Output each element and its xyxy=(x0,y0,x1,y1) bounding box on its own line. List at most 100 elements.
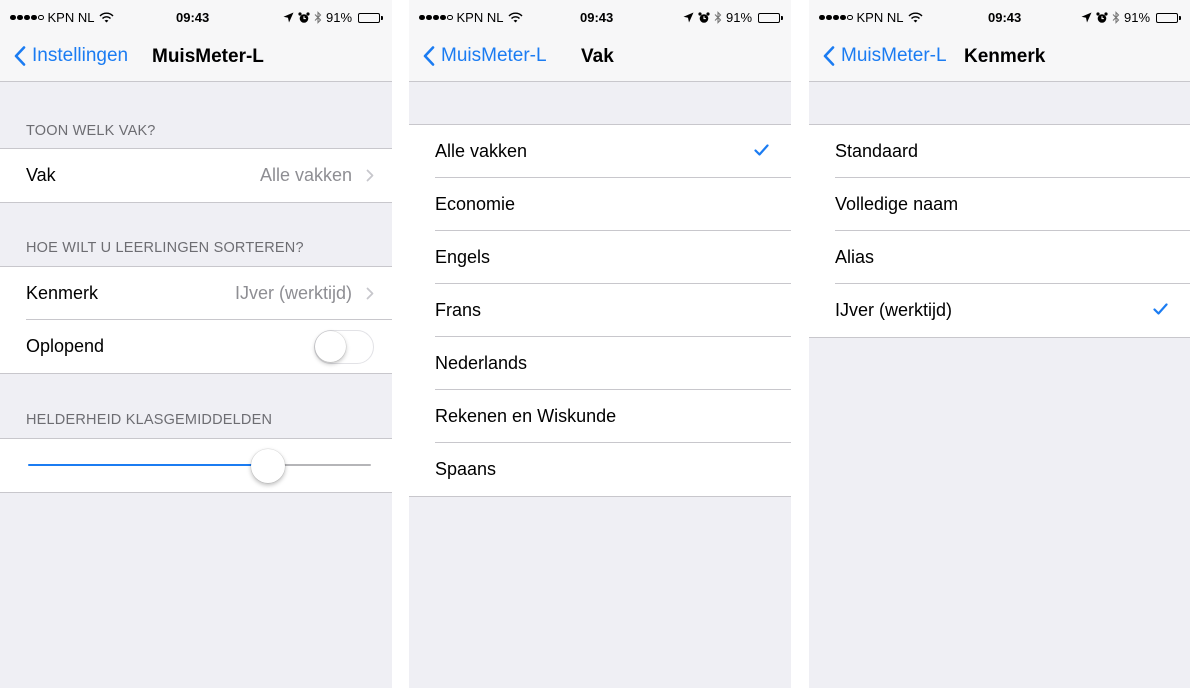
status-time: 09:43 xyxy=(580,10,614,25)
battery-icon xyxy=(758,12,784,23)
carrier-signal: KPN NL xyxy=(419,10,523,25)
carrier-label: KPN NL xyxy=(856,10,904,25)
vak-option-row[interactable]: Nederlands xyxy=(435,337,791,390)
signal-strength-icon xyxy=(419,14,453,21)
signal-strength-icon xyxy=(10,14,44,21)
option-label: Alle vakken xyxy=(435,141,528,161)
wifi-icon xyxy=(99,12,114,23)
location-arrow-icon xyxy=(683,12,694,23)
sort-group: Kenmerk IJver (werktijd) Oplopend xyxy=(0,266,392,374)
vak-option-row[interactable]: Engels xyxy=(435,231,791,284)
status-right-group: 91% xyxy=(283,10,384,25)
bluetooth-icon xyxy=(314,11,322,24)
top-bar: KPN NL 09:43 91% MuisMeter-L Vak xyxy=(409,0,791,82)
vak-option-row[interactable]: Alle vakken xyxy=(435,125,791,178)
vak-label: Vak xyxy=(26,165,56,185)
vak-options-list: Alle vakken Economie Engels Frans Nederlands… xyxy=(409,124,791,497)
bluetooth-icon xyxy=(714,11,722,24)
oplopend-label: Oplopend xyxy=(26,336,105,356)
navigation-bar: Instellingen MuisMeter-L xyxy=(0,34,392,82)
kenmerk-options-list: Standaard Volledige naam Alias IJver (werkt… xyxy=(809,124,1190,338)
chevron-left-icon xyxy=(423,46,435,66)
location-arrow-icon xyxy=(283,12,294,23)
kenmerk-option-row[interactable]: Volledige naam xyxy=(835,178,1190,231)
settings-screen: KPN NL 09:43 91% Instellingen MuisMeter-… xyxy=(0,0,392,688)
vak-option-row[interactable]: Rekenen en Wiskunde xyxy=(435,390,791,443)
back-button[interactable]: MuisMeter-L xyxy=(423,45,547,67)
toggle-knob xyxy=(315,331,346,362)
option-label: Nederlands xyxy=(435,353,528,373)
carrier-signal: KPN NL xyxy=(819,10,923,25)
vak-option-row[interactable]: Economie xyxy=(435,178,791,231)
chevron-right-icon xyxy=(366,287,374,300)
status-bar: KPN NL 09:43 91% xyxy=(409,0,791,34)
chevron-right-icon xyxy=(366,169,374,182)
kenmerk-option-row[interactable]: Alias xyxy=(835,231,1190,284)
option-label: Rekenen en Wiskunde xyxy=(435,406,617,426)
status-right-group: 91% xyxy=(1081,10,1182,25)
kenmerk-label: Kenmerk xyxy=(26,283,99,303)
wifi-icon xyxy=(508,12,523,23)
back-button-label: MuisMeter-L xyxy=(441,45,547,66)
section-header-vak: TOON WELK VAK? xyxy=(26,123,156,139)
status-time: 09:43 xyxy=(988,10,1022,25)
option-label: Engels xyxy=(435,247,491,267)
kenmerk-option-row[interactable]: Standaard xyxy=(835,125,1190,178)
kenmerk-option-row[interactable]: IJver (werktijd) xyxy=(835,284,1190,337)
brightness-group xyxy=(0,438,392,493)
option-label: Standaard xyxy=(835,141,919,161)
battery-percentage: 91% xyxy=(326,10,353,25)
section-header-brightness: HELDERHEID KLASGEMIDDELDEN xyxy=(26,412,273,428)
vak-selection-screen: KPN NL 09:43 91% MuisMeter-L Vak Alle va… xyxy=(409,0,791,688)
back-button-label: MuisMeter-L xyxy=(841,45,947,66)
location-arrow-icon xyxy=(1081,12,1092,23)
status-time: 09:43 xyxy=(176,10,210,25)
slider-track-filled xyxy=(28,464,269,466)
back-button[interactable]: Instellingen xyxy=(14,45,128,67)
kenmerk-row[interactable]: Kenmerk IJver (werktijd) xyxy=(26,267,392,320)
option-label: Alias xyxy=(835,247,875,267)
oplopend-toggle[interactable] xyxy=(314,330,374,364)
option-label: Frans xyxy=(435,300,482,320)
checkmark-icon xyxy=(754,144,769,156)
status-bar: KPN NL 09:43 91% xyxy=(0,0,392,34)
navigation-bar: MuisMeter-L Vak xyxy=(409,34,791,82)
carrier-label: KPN NL xyxy=(47,10,95,25)
signal-strength-icon xyxy=(819,14,853,21)
top-bar: KPN NL 09:43 91% Instellingen MuisMeter-… xyxy=(0,0,392,82)
carrier-signal: KPN NL xyxy=(10,10,114,25)
battery-percentage: 91% xyxy=(1124,10,1151,25)
vak-value: Alle vakken xyxy=(259,165,352,185)
vak-option-row[interactable]: Frans xyxy=(435,284,791,337)
chevron-left-icon xyxy=(14,46,26,66)
carrier-label: KPN NL xyxy=(456,10,504,25)
chevron-left-icon xyxy=(823,46,835,66)
option-label: Volledige naam xyxy=(835,194,959,214)
page-title: Vak xyxy=(581,46,614,67)
kenmerk-value: IJver (werktijd) xyxy=(234,283,352,303)
alarm-icon xyxy=(298,11,310,23)
status-bar: KPN NL 09:43 91% xyxy=(809,0,1190,34)
page-title: Kenmerk xyxy=(964,46,1046,67)
navigation-bar: MuisMeter-L Kenmerk xyxy=(809,34,1190,82)
top-bar: KPN NL 09:43 91% MuisMeter-L Kenmerk xyxy=(809,0,1190,82)
back-button-label: Instellingen xyxy=(32,45,129,66)
battery-percentage: 91% xyxy=(726,10,753,25)
battery-icon xyxy=(1156,12,1182,23)
vak-row[interactable]: Vak Alle vakken xyxy=(26,149,392,202)
battery-icon xyxy=(358,12,384,23)
option-label: IJver (werktijd) xyxy=(835,300,953,320)
brightness-slider[interactable] xyxy=(0,439,392,492)
checkmark-icon xyxy=(1153,303,1168,315)
back-button[interactable]: MuisMeter-L xyxy=(823,45,947,67)
option-label: Spaans xyxy=(435,459,497,479)
vak-option-row[interactable]: Spaans xyxy=(435,443,791,496)
kenmerk-selection-screen: KPN NL 09:43 91% MuisMeter-L Kenmerk Sta… xyxy=(809,0,1190,688)
wifi-icon xyxy=(908,12,923,23)
alarm-icon xyxy=(1096,11,1108,23)
bluetooth-icon xyxy=(1112,11,1120,24)
status-right-group: 91% xyxy=(683,10,784,25)
option-label: Economie xyxy=(435,194,516,214)
oplopend-row: Oplopend xyxy=(26,320,392,373)
slider-thumb[interactable] xyxy=(251,449,286,483)
